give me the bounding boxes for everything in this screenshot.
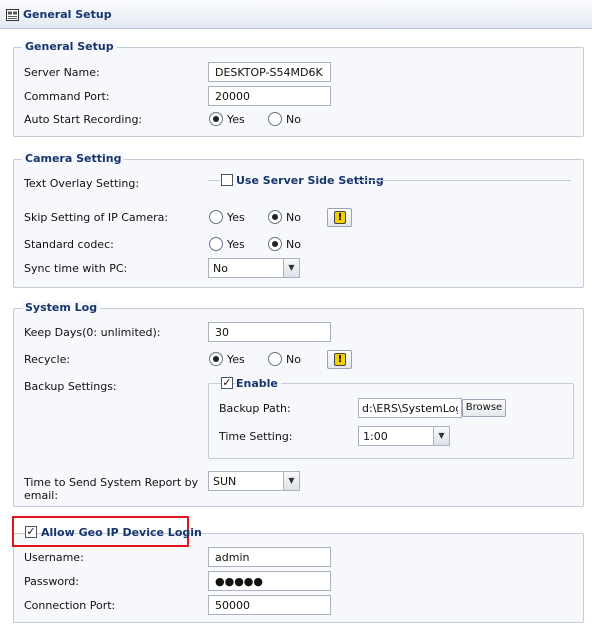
password-label: Password: — [24, 575, 80, 588]
time-setting-label: Time Setting: — [219, 430, 293, 443]
auto-start-no-label: No — [286, 113, 301, 126]
use-server-side-checkbox[interactable] — [221, 174, 233, 186]
time-setting-select[interactable]: 1:00 ▼ — [358, 426, 450, 446]
codec-yes-radio[interactable] — [209, 237, 223, 251]
auto-start-no-radio[interactable] — [268, 112, 282, 126]
connection-port-label: Connection Port: — [24, 599, 116, 612]
system-report-day-value: SUN — [213, 475, 237, 488]
text-overlay-separator-left — [208, 180, 220, 181]
warning-icon: ! — [334, 211, 346, 224]
window-title: General Setup — [23, 8, 112, 21]
warning-icon: ! — [334, 353, 346, 366]
chevron-down-icon: ▼ — [433, 427, 449, 445]
skip-setting-info-button[interactable]: ! — [327, 208, 352, 227]
command-port-label: Command Port: — [24, 90, 110, 103]
recycle-label: Recycle: — [24, 353, 71, 366]
recycle-no-radio[interactable] — [268, 352, 282, 366]
camera-setting-legend: Camera Setting — [22, 152, 125, 165]
sync-time-value: No — [213, 262, 228, 275]
skip-setting-no-label: No — [286, 211, 301, 224]
username-input[interactable] — [208, 547, 331, 567]
skip-setting-yes-label: Yes — [227, 211, 245, 224]
browse-button[interactable]: Browse — [462, 399, 506, 417]
username-label: Username: — [24, 551, 84, 564]
general-setup-legend: General Setup — [22, 40, 117, 53]
system-report-day-select[interactable]: SUN ▼ — [208, 471, 300, 491]
time-setting-value: 1:00 — [363, 430, 388, 443]
auto-start-yes-label: Yes — [227, 113, 245, 126]
geo-ip-checkbox[interactable]: ✓ — [25, 526, 37, 538]
chevron-down-icon: ▼ — [283, 472, 299, 490]
codec-no-radio[interactable] — [268, 237, 282, 251]
password-input[interactable] — [208, 571, 331, 591]
chevron-down-icon: ▼ — [283, 259, 299, 277]
recycle-no-label: No — [286, 353, 301, 366]
text-overlay-label: Text Overlay Setting: — [24, 177, 140, 190]
backup-settings-group — [208, 383, 574, 459]
enable-backup-checkbox[interactable]: ✓ — [221, 377, 233, 389]
server-icon — [6, 9, 19, 21]
keep-days-label: Keep Days(0: unlimited): — [24, 326, 161, 339]
standard-codec-label: Standard codec: — [24, 238, 114, 251]
geo-ip-label: Allow Geo IP Device Login — [41, 526, 202, 539]
skip-setting-no-radio[interactable] — [268, 210, 282, 224]
command-port-input[interactable] — [208, 86, 331, 106]
recycle-yes-label: Yes — [227, 353, 245, 366]
backup-settings-label: Backup Settings: — [24, 380, 117, 393]
system-log-legend: System Log — [22, 301, 101, 314]
sync-time-label: Sync time with PC: — [24, 262, 128, 275]
server-name-label: Server Name: — [24, 66, 100, 79]
skip-setting-yes-radio[interactable] — [209, 210, 223, 224]
codec-yes-label: Yes — [227, 238, 245, 251]
backup-path-input[interactable] — [358, 398, 462, 418]
skip-setting-label: Skip Setting of IP Camera: — [24, 211, 169, 224]
system-report-label-line2: email: — [24, 489, 59, 502]
system-report-label-line1: Time to Send System Report by — [24, 476, 199, 489]
enable-backup-label: Enable — [236, 377, 281, 390]
auto-start-yes-radio[interactable] — [209, 112, 223, 126]
recycle-yes-radio[interactable] — [209, 352, 223, 366]
connection-port-input[interactable] — [208, 595, 331, 615]
recycle-info-button[interactable]: ! — [327, 350, 352, 369]
keep-days-input[interactable] — [208, 322, 331, 342]
server-name-input[interactable] — [208, 62, 331, 82]
window-title-bar: General Setup — [0, 0, 592, 29]
codec-no-label: No — [286, 238, 301, 251]
sync-time-select[interactable]: No ▼ — [208, 258, 300, 278]
backup-path-label: Backup Path: — [219, 402, 291, 415]
text-overlay-separator-right — [357, 180, 571, 181]
auto-start-label: Auto Start Recording: — [24, 113, 143, 126]
